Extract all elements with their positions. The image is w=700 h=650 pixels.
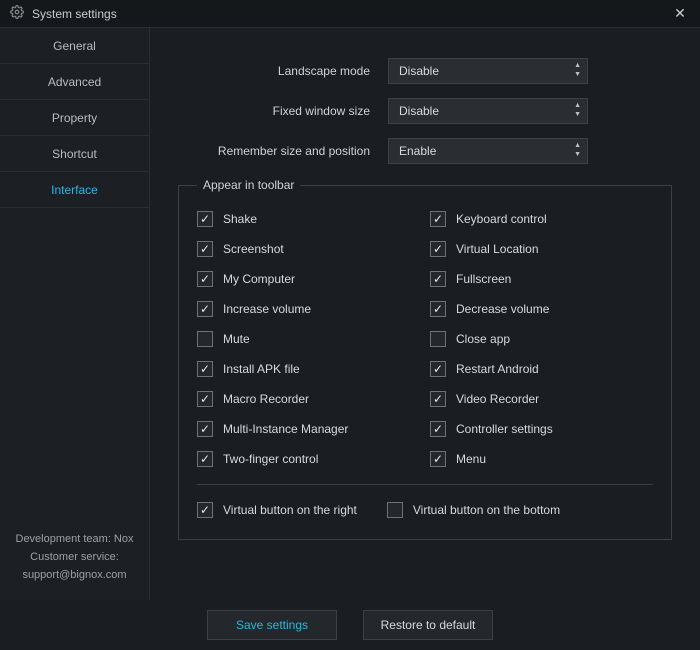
sidebar-footer: Development team: Nox Customer service: …: [0, 518, 149, 600]
checkbox-label: Mute: [223, 332, 250, 346]
sidebar-tab-general[interactable]: General: [0, 28, 149, 64]
checkbox-box-icon: [197, 211, 213, 227]
checkbox-label: Restart Android: [456, 362, 539, 376]
checkbox-label: My Computer: [223, 272, 295, 286]
checkbox-label: Fullscreen: [456, 272, 511, 286]
appear-in-toolbar-group: Appear in toolbar Shake Keyboard control S…: [178, 178, 672, 540]
sidebar-tab-advanced[interactable]: Advanced: [0, 64, 149, 100]
checkbox-box-icon: [197, 421, 213, 437]
checkbox-my-computer[interactable]: My Computer: [197, 264, 420, 294]
remember-value: Enable: [399, 144, 436, 158]
checkbox-label: Multi-Instance Manager: [223, 422, 348, 436]
checkbox-box-icon: [430, 451, 446, 467]
checkbox-box-icon: [197, 451, 213, 467]
checkbox-label: Macro Recorder: [223, 392, 309, 406]
checkbox-box-icon: [430, 361, 446, 377]
titlebar: System settings ✕: [0, 0, 700, 28]
checkbox-virtual-button-on-the-bottom[interactable]: Virtual button on the bottom: [387, 495, 560, 525]
fixed-window-select[interactable]: Disable ▲▼: [388, 98, 588, 124]
checkbox-fullscreen[interactable]: Fullscreen: [430, 264, 653, 294]
checkbox-label: Virtual Location: [456, 242, 539, 256]
checkbox-box-icon: [197, 271, 213, 287]
checkbox-menu[interactable]: Menu: [430, 444, 653, 474]
sidebar: GeneralAdvancedPropertyShortcutInterface…: [0, 28, 150, 600]
landscape-mode-select[interactable]: Disable ▲▼: [388, 58, 588, 84]
sidebar-tab-interface[interactable]: Interface: [0, 172, 149, 208]
checkbox-decrease-volume[interactable]: Decrease volume: [430, 294, 653, 324]
checkbox-label: Keyboard control: [456, 212, 547, 226]
checkbox-shake[interactable]: Shake: [197, 204, 420, 234]
checkbox-label: Screenshot: [223, 242, 284, 256]
checkbox-box-icon: [197, 301, 213, 317]
checkbox-multi-instance-manager[interactable]: Multi-Instance Manager: [197, 414, 420, 444]
checkbox-virtual-location[interactable]: Virtual Location: [430, 234, 653, 264]
checkbox-label: Shake: [223, 212, 257, 226]
checkbox-label: Virtual button on the bottom: [413, 503, 560, 517]
save-button[interactable]: Save settings: [207, 610, 337, 640]
chevron-updown-icon: ▲▼: [574, 61, 581, 79]
landscape-mode-value: Disable: [399, 64, 439, 78]
checkbox-label: Decrease volume: [456, 302, 549, 316]
checkbox-label: Close app: [456, 332, 510, 346]
checkbox-controller-settings[interactable]: Controller settings: [430, 414, 653, 444]
remember-label: Remember size and position: [178, 144, 388, 158]
close-icon[interactable]: ✕: [670, 5, 690, 22]
footer-team: Development team: Nox: [8, 530, 141, 548]
checkbox-box-icon: [197, 331, 213, 347]
restore-button[interactable]: Restore to default: [363, 610, 493, 640]
checkbox-box-icon: [430, 271, 446, 287]
window-title: System settings: [32, 7, 670, 21]
landscape-mode-label: Landscape mode: [178, 64, 388, 78]
checkbox-restart-android[interactable]: Restart Android: [430, 354, 653, 384]
checkbox-virtual-button-on-the-right[interactable]: Virtual button on the right: [197, 495, 357, 525]
checkbox-label: Install APK file: [223, 362, 300, 376]
button-bar: Save settings Restore to default: [0, 600, 700, 650]
checkbox-box-icon: [197, 241, 213, 257]
checkbox-box-icon: [430, 421, 446, 437]
checkbox-macro-recorder[interactable]: Macro Recorder: [197, 384, 420, 414]
divider: [197, 484, 653, 485]
checkbox-box-icon: [430, 301, 446, 317]
checkbox-mute[interactable]: Mute: [197, 324, 420, 354]
checkbox-box-icon: [197, 361, 213, 377]
checkbox-box-icon: [197, 502, 213, 518]
checkbox-box-icon: [197, 391, 213, 407]
checkbox-two-finger-control[interactable]: Two-finger control: [197, 444, 420, 474]
checkbox-keyboard-control[interactable]: Keyboard control: [430, 204, 653, 234]
sidebar-tab-shortcut[interactable]: Shortcut: [0, 136, 149, 172]
checkbox-video-recorder[interactable]: Video Recorder: [430, 384, 653, 414]
checkbox-label: Controller settings: [456, 422, 553, 436]
sidebar-tab-property[interactable]: Property: [0, 100, 149, 136]
checkbox-box-icon: [387, 502, 403, 518]
checkbox-label: Two-finger control: [223, 452, 318, 466]
appear-in-toolbar-legend: Appear in toolbar: [197, 178, 300, 192]
checkbox-close-app[interactable]: Close app: [430, 324, 653, 354]
checkbox-label: Video Recorder: [456, 392, 539, 406]
checkbox-box-icon: [430, 331, 446, 347]
footer-service: Customer service:: [8, 548, 141, 566]
fixed-window-value: Disable: [399, 104, 439, 118]
chevron-updown-icon: ▲▼: [574, 141, 581, 159]
checkbox-box-icon: [430, 241, 446, 257]
settings-content: Landscape mode Disable ▲▼ Fixed window s…: [150, 28, 700, 600]
checkbox-install-apk-file[interactable]: Install APK file: [197, 354, 420, 384]
checkbox-label: Virtual button on the right: [223, 503, 357, 517]
chevron-updown-icon: ▲▼: [574, 101, 581, 119]
fixed-window-label: Fixed window size: [178, 104, 388, 118]
footer-email: support@bignox.com: [8, 566, 141, 584]
checkbox-label: Menu: [456, 452, 486, 466]
checkbox-box-icon: [430, 211, 446, 227]
checkbox-label: Increase volume: [223, 302, 311, 316]
gear-icon: [10, 5, 24, 22]
checkbox-box-icon: [430, 391, 446, 407]
remember-select[interactable]: Enable ▲▼: [388, 138, 588, 164]
checkbox-screenshot[interactable]: Screenshot: [197, 234, 420, 264]
checkbox-increase-volume[interactable]: Increase volume: [197, 294, 420, 324]
